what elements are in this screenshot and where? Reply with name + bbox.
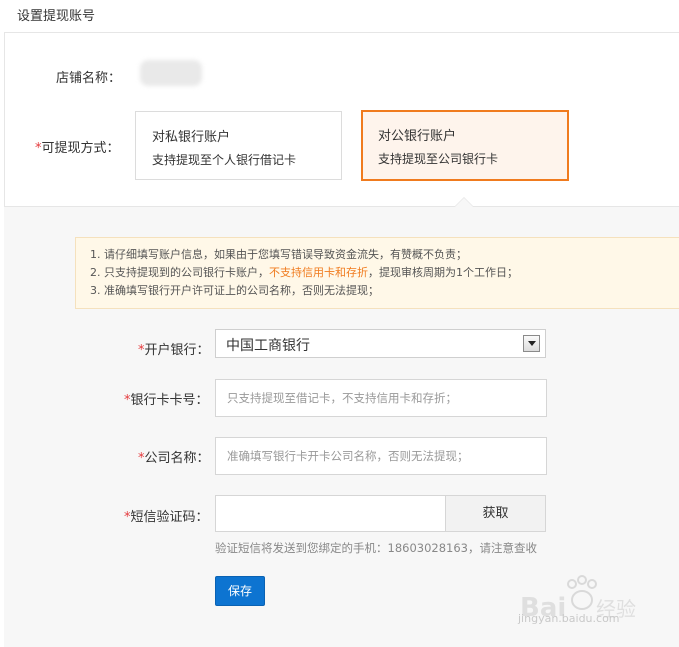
notice-box: 1. 请仔细填写账户信息，如果由于您填写错误导致资金流失，有赞概不负责； 2. … (75, 237, 679, 309)
bank-select[interactable]: 中国工商银行 (215, 329, 546, 358)
option-private-title: 对私银行账户 (152, 130, 231, 145)
withdraw-method-label-text: 可提现方式： (41, 141, 120, 156)
option-private-desc: 支持提现至个人银行借记卡 (152, 153, 297, 167)
option-private-account[interactable]: 对私银行账户 支持提现至个人银行借记卡 (135, 111, 342, 180)
card-number-label: *银行卡卡号： (124, 389, 209, 408)
sms-code-input[interactable] (215, 495, 446, 532)
withdraw-method-label: *可提现方式： (35, 137, 120, 156)
get-code-button[interactable]: 获取 (445, 495, 546, 532)
option-public-account[interactable]: 对公银行账户 支持提现至公司银行卡 (361, 110, 569, 181)
page-title: 设置提现账号 (17, 9, 96, 24)
chevron-down-icon[interactable] (523, 335, 540, 352)
panel-pointer-arrow-fill (455, 198, 473, 207)
sms-code-label-text: 短信验证码： (130, 510, 209, 525)
notice-line-2-warning: 不支持信用卡和存折 (269, 266, 368, 279)
company-name-label: *公司名称： (138, 447, 210, 466)
notice-line-2: 2. 只支持提现到的公司银行卡账户，不支持信用卡和存折，提现审核周期为1个工作日… (90, 264, 679, 282)
card-number-input[interactable] (215, 379, 547, 417)
notice-line-2-b: ，提现审核周期为1个工作日； (368, 266, 518, 279)
card-number-label-text: 银行卡卡号： (130, 393, 209, 408)
company-name-input[interactable] (215, 437, 547, 475)
company-name-label-text: 公司名称： (144, 451, 210, 466)
bank-label-text: 开户银行： (144, 343, 210, 358)
option-public-desc: 支持提现至公司银行卡 (378, 152, 499, 166)
notice-line-2-a: 2. 只支持提现到的公司银行卡账户， (90, 266, 269, 279)
page-header: 设置提现账号 (4, 0, 679, 33)
watermark-url: jingyan.baidu.com (518, 612, 620, 625)
shop-name-label: 店铺名称： (56, 71, 122, 86)
notice-line-3: 3. 准确填写银行开户许可证上的公司名称，否则无法提现； (90, 284, 379, 297)
sms-code-label: *短信验证码： (124, 506, 209, 525)
bank-select-value: 中国工商银行 (226, 338, 310, 354)
shop-name-value-blurred (140, 60, 202, 86)
option-public-title: 对公银行账户 (378, 129, 457, 144)
sms-hint: 验证短信将发送到您绑定的手机：18603028163，请注意查收 (215, 541, 537, 555)
notice-line-1: 1. 请仔细填写账户信息，如果由于您填写错误导致资金流失，有赞概不负责； (90, 248, 467, 261)
save-button[interactable]: 保存 (215, 576, 265, 606)
bank-label: *开户银行： (138, 339, 210, 358)
